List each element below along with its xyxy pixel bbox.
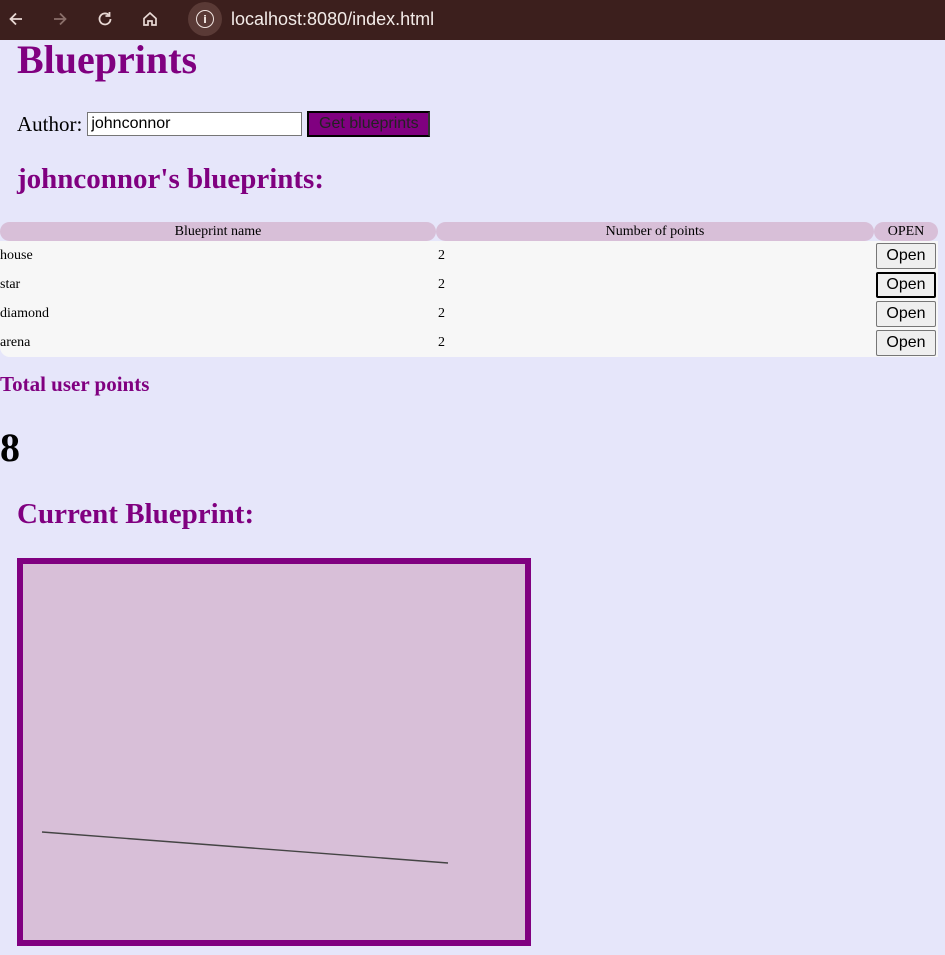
- address-bar[interactable]: i localhost:8080/index.html: [184, 1, 945, 37]
- get-blueprints-button[interactable]: Get blueprints: [307, 111, 431, 137]
- blueprint-canvas[interactable]: [17, 558, 531, 946]
- table-row: arena 2 Open: [0, 328, 938, 357]
- author-row: Author: Get blueprints: [17, 111, 431, 137]
- total-points-value: 8: [0, 425, 20, 470]
- arrow-left-icon[interactable]: [4, 7, 28, 31]
- blueprint-name: arena: [0, 328, 436, 357]
- open-button[interactable]: Open: [876, 329, 936, 356]
- column-header-points: Number of points: [436, 222, 874, 241]
- home-icon[interactable]: [138, 7, 162, 31]
- author-blueprints-heading: johnconnor's blueprints:: [17, 163, 324, 195]
- blueprint-points: 2: [436, 328, 874, 357]
- column-header-name: Blueprint name: [0, 222, 436, 241]
- blueprint-points: 2: [436, 299, 874, 328]
- table-header-row: Blueprint name Number of points OPEN: [0, 222, 938, 241]
- blueprint-name: house: [0, 241, 436, 270]
- blueprint-drawing: [41, 831, 449, 864]
- url-text[interactable]: localhost:8080/index.html: [231, 9, 434, 30]
- author-input[interactable]: [87, 112, 303, 136]
- column-header-open: OPEN: [874, 222, 938, 241]
- open-button[interactable]: Open: [876, 242, 936, 269]
- reload-icon[interactable]: [93, 7, 117, 31]
- table-row: star 2 Open: [0, 270, 938, 299]
- page-title: Blueprints: [17, 37, 198, 82]
- blueprint-line: [41, 831, 449, 864]
- table-row: house 2 Open: [0, 241, 938, 270]
- info-icon[interactable]: i: [188, 2, 222, 36]
- open-button[interactable]: Open: [876, 271, 936, 298]
- total-points-label: Total user points: [0, 372, 150, 396]
- blueprint-points: 2: [436, 270, 874, 299]
- blueprint-points: 2: [436, 241, 874, 270]
- arrow-right-icon[interactable]: [48, 7, 72, 31]
- browser-toolbar: i localhost:8080/index.html: [0, 0, 945, 40]
- open-button[interactable]: Open: [876, 300, 936, 327]
- blueprint-name: diamond: [0, 299, 436, 328]
- current-blueprint-heading: Current Blueprint:: [17, 498, 255, 530]
- table-row: diamond 2 Open: [0, 299, 938, 328]
- blueprint-name: star: [0, 270, 436, 299]
- blueprints-table: Blueprint name Number of points OPEN hou…: [0, 222, 938, 357]
- author-label: Author:: [17, 111, 83, 136]
